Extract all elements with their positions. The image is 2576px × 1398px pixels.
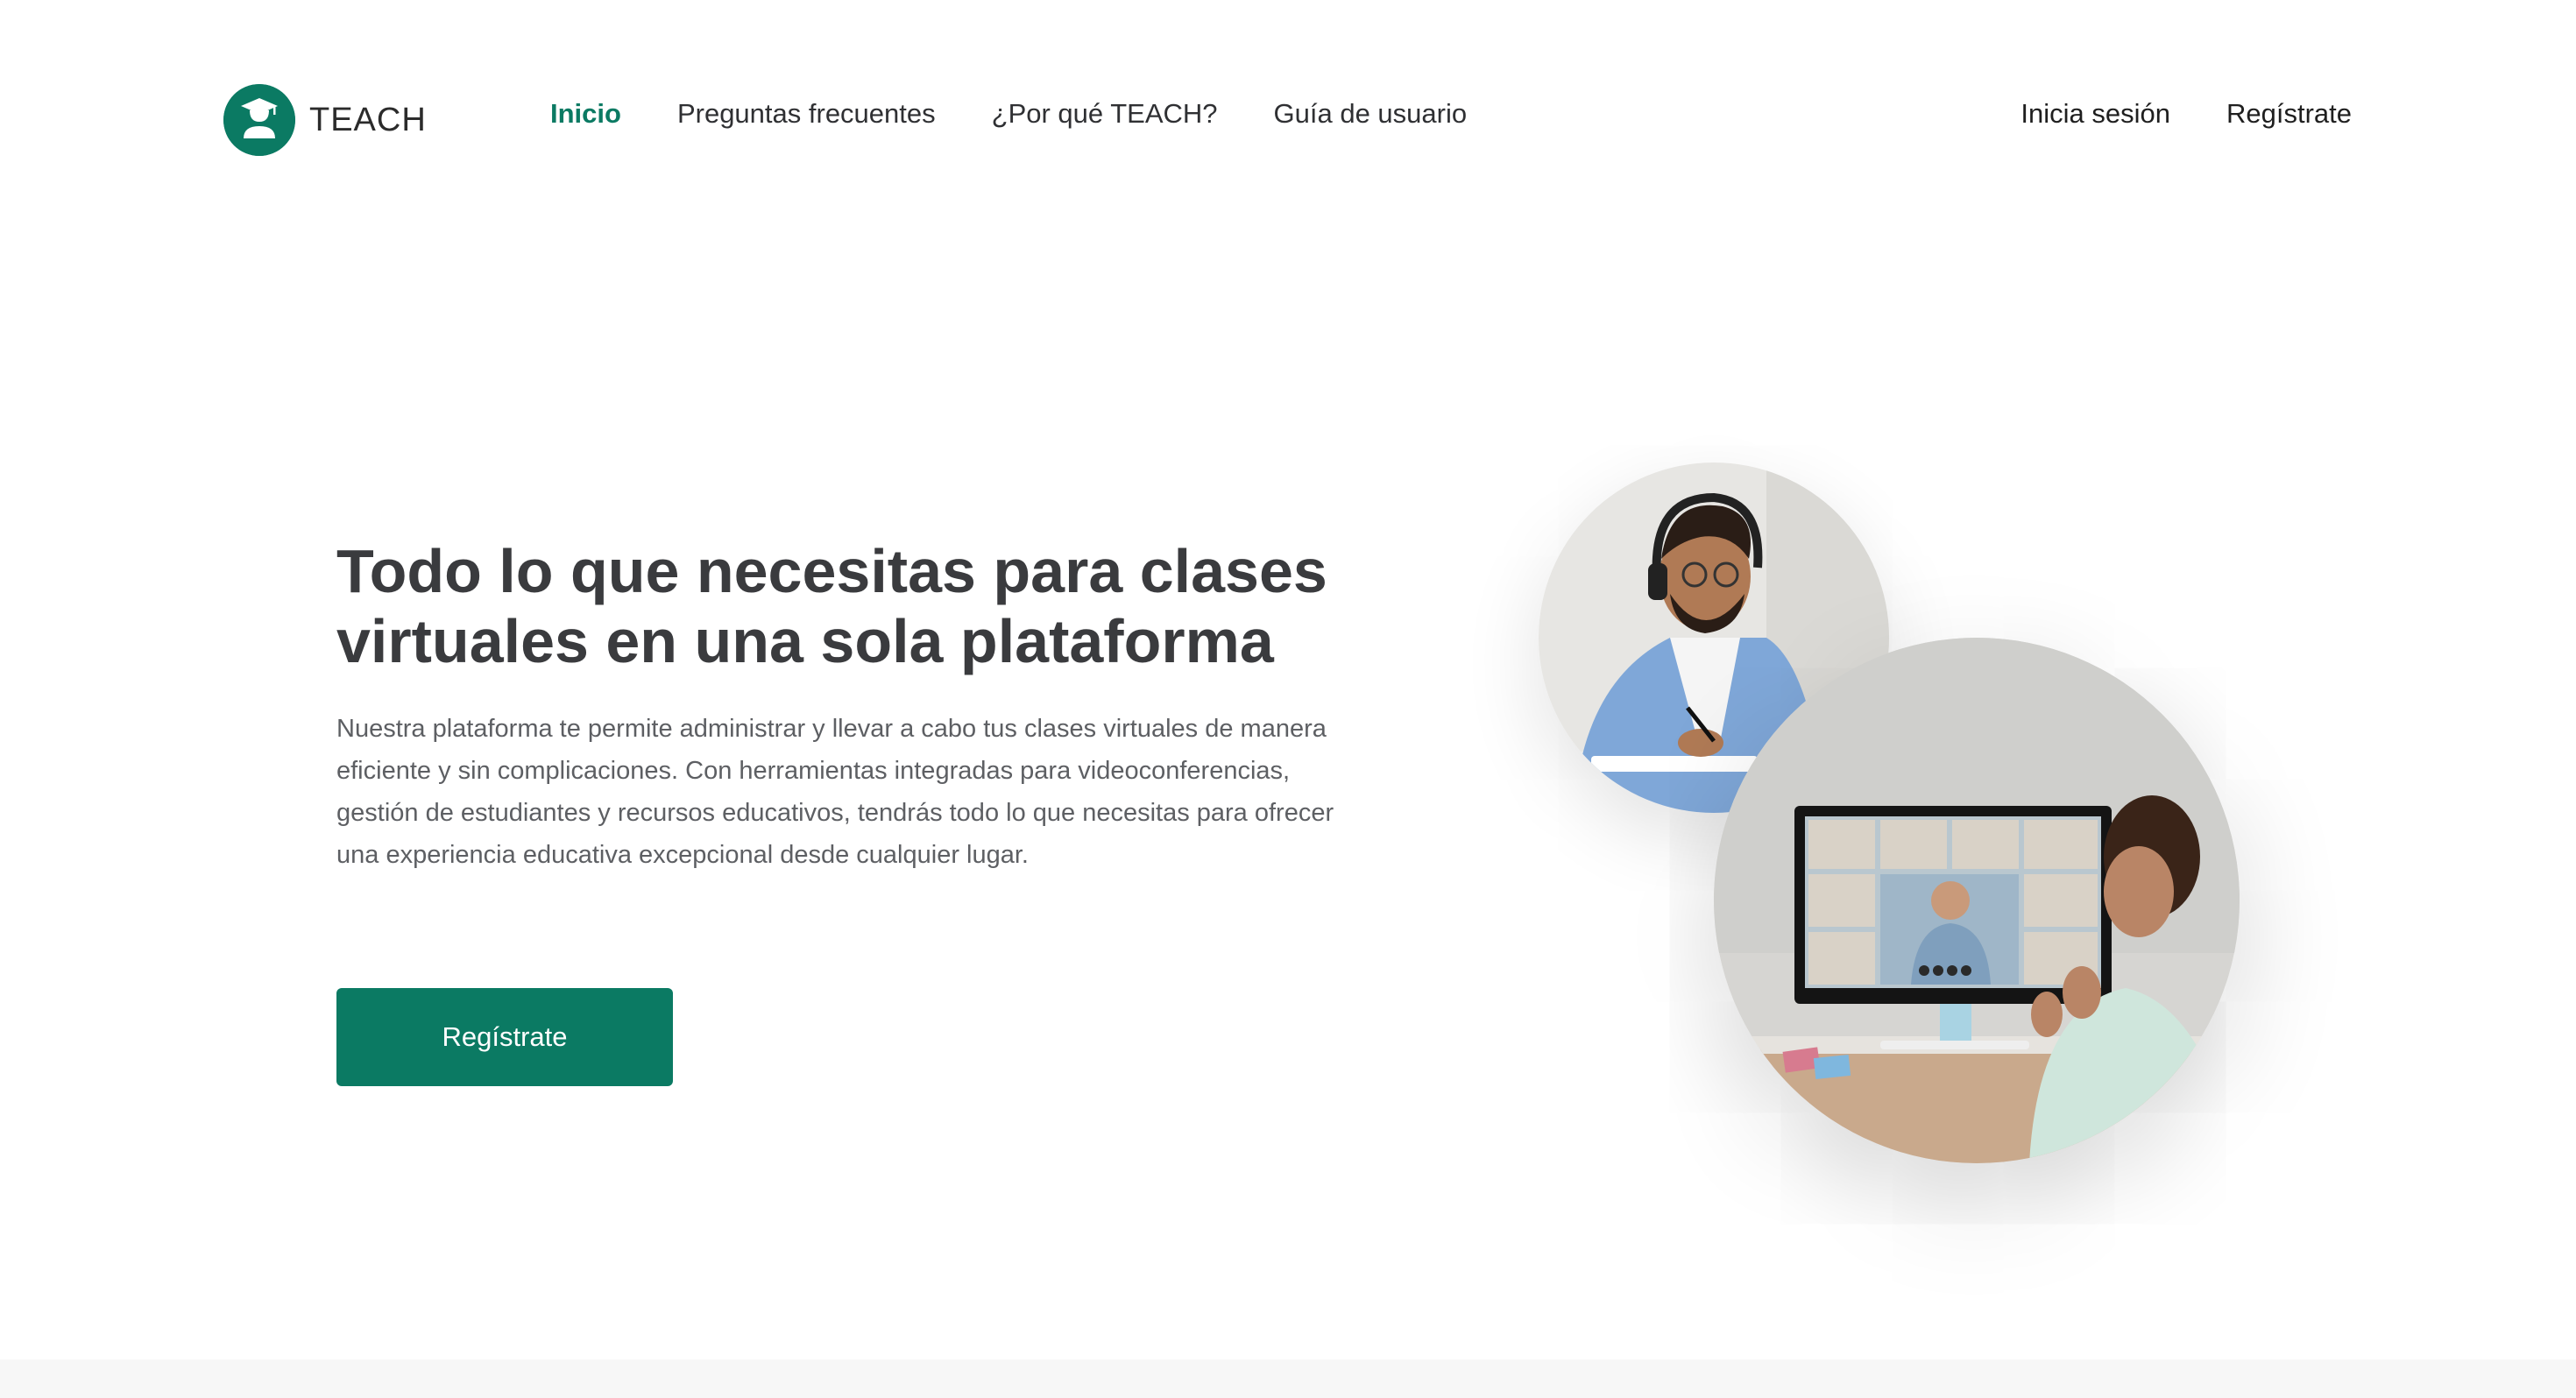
nav-item-guia-de-usuario[interactable]: Guía de usuario (1274, 98, 1468, 130)
site-header: TEACH Inicio Preguntas frecuentes ¿Por q… (0, 0, 2576, 240)
nav-item-preguntas-frecuentes[interactable]: Preguntas frecuentes (677, 98, 936, 130)
footer-strip (0, 1359, 2576, 1398)
hero-title: Todo lo que necesitas para clases virtua… (336, 537, 1327, 675)
woman-video-conference-photo (1714, 638, 2240, 1163)
nav-item-inicio[interactable]: Inicio (550, 98, 621, 130)
graduate-cap-user-icon (223, 84, 295, 156)
brand-logo-link[interactable]: TEACH (223, 84, 427, 156)
register-link[interactable]: Regístrate (2226, 98, 2352, 130)
main-nav: Inicio Preguntas frecuentes ¿Por qué TEA… (550, 98, 1467, 130)
register-cta-button[interactable]: Regístrate (336, 988, 673, 1086)
brand-name: TEACH (309, 101, 427, 138)
nav-item-por-que-teach[interactable]: ¿Por qué TEACH? (992, 98, 1218, 130)
auth-links: Inicia sesión Regístrate (2020, 98, 2352, 130)
hero-description: Nuestra plataforma te permite administra… (336, 715, 1334, 869)
login-link[interactable]: Inicia sesión (2020, 98, 2170, 130)
